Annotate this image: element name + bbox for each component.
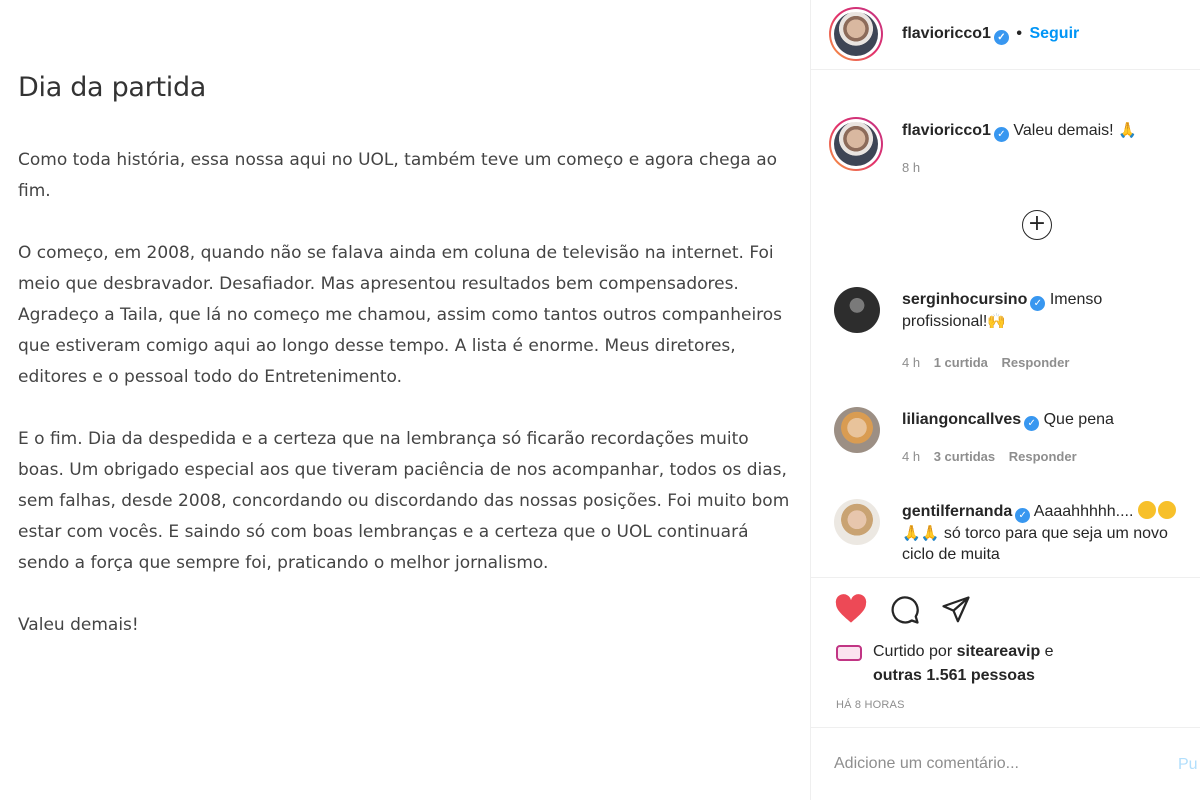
commenter-username[interactable]: liliangoncallves <box>902 411 1021 428</box>
likes-connector: e <box>1044 643 1054 660</box>
publish-button[interactable]: Pu <box>1178 756 1198 774</box>
comment-item: gentilfernanda ✓ Aaaahhhhh.... 🙏🙏 só torc… <box>811 499 1200 577</box>
comment-time: 4 h <box>902 449 921 464</box>
comment-text: gentilfernanda ✓ Aaaahhhhh.... 🙏🙏 só torc… <box>902 501 1192 565</box>
author-username[interactable]: flavioricco1 <box>902 25 991 42</box>
post-body: Como toda história, essa nossa aqui no U… <box>18 145 798 641</box>
post-actions: Curtido por siteareavip e outras 1.561 p… <box>811 577 1200 727</box>
verified-badge-icon: ✓ <box>993 30 1009 45</box>
comment-time: 4 h <box>902 355 921 370</box>
post-age: HÁ 8 HORAS <box>836 699 905 711</box>
separator-dot: • <box>1016 25 1022 42</box>
sad-face-emoji <box>1137 501 1156 519</box>
commenter-avatar[interactable] <box>834 287 880 333</box>
post-title: Dia da partida <box>18 72 207 103</box>
comment-icon[interactable] <box>889 595 921 625</box>
comment-meta: 4 h 1 curtida Responder <box>902 355 1069 370</box>
likes-summary[interactable]: Curtido por siteareavip e outras 1.561 p… <box>873 640 1193 688</box>
post-paragraph: O começo, em 2008, quando não se falava … <box>18 243 783 387</box>
sad-face-emoji <box>1157 501 1176 519</box>
caption-time: 8 h <box>902 160 921 175</box>
caption-username[interactable]: flavioricco1 <box>902 122 991 139</box>
reel-icon <box>836 645 862 661</box>
post-media: Dia da partida Como toda história, essa … <box>0 0 810 800</box>
comment-body: Aaaahhhhh.... <box>1033 503 1134 520</box>
heart-icon[interactable] <box>834 594 868 624</box>
follow-button[interactable]: Seguir <box>1029 25 1079 42</box>
verified-badge-icon: ✓ <box>993 127 1009 142</box>
comment-meta: 4 h 3 curtidas Responder <box>902 449 1077 464</box>
liker-username[interactable]: siteareavip <box>957 643 1041 660</box>
share-icon[interactable] <box>939 595 973 625</box>
comment-text: serginhocursino ✓ Imenso profissional!🙌 <box>902 289 1192 332</box>
comment-box: Pu <box>811 727 1200 800</box>
reply-button[interactable]: Responder <box>1002 355 1070 370</box>
header-user-line: flavioricco1 ✓ • Seguir <box>902 25 1079 45</box>
caption-body: Valeu demais! <box>1013 122 1114 139</box>
verified-badge-icon: ✓ <box>1030 296 1046 311</box>
comment-likes[interactable]: 1 curtida <box>934 355 988 370</box>
comment-input[interactable] <box>834 755 1154 773</box>
likes-others[interactable]: outras 1.561 pessoas <box>873 667 1035 684</box>
caption-avatar[interactable] <box>829 117 883 171</box>
post-paragraph: Valeu demais! <box>18 615 139 635</box>
plus-circle-icon[interactable]: + <box>1022 210 1052 240</box>
commenter-username[interactable]: gentilfernanda <box>902 503 1012 520</box>
verified-badge-icon: ✓ <box>1015 508 1031 523</box>
commenter-avatar[interactable] <box>834 499 880 545</box>
caption-text: flavioricco1 ✓ Valeu demais! 🙏 <box>902 120 1192 142</box>
side-panel: flavioricco1 ✓ • Seguir flavioricco1 ✓ Val… <box>810 0 1200 800</box>
raised-hands-emoji: 🙌 <box>987 312 1007 330</box>
pray-emoji: 🙏🙏 <box>902 524 940 542</box>
post-paragraph: Como toda história, essa nossa aqui no U… <box>18 150 778 201</box>
comment-body: Que pena <box>1043 411 1114 428</box>
pray-emoji: 🙏 <box>1118 121 1137 139</box>
commenter-avatar[interactable] <box>834 407 880 453</box>
post-paragraph: E o fim. Dia da despedida e a certeza qu… <box>18 429 790 573</box>
verified-badge-icon: ✓ <box>1024 416 1040 431</box>
comment-body-continued: só torco para que seja um novo ciclo de … <box>902 525 1168 563</box>
comment-likes[interactable]: 3 curtidas <box>934 449 995 464</box>
post-header: flavioricco1 ✓ • Seguir <box>811 0 1200 70</box>
commenter-username[interactable]: serginhocursino <box>902 291 1027 308</box>
author-avatar[interactable] <box>829 7 883 61</box>
likes-prefix: Curtido por <box>873 643 953 660</box>
reply-button[interactable]: Responder <box>1009 449 1077 464</box>
comment-text: liliangoncallves ✓ Que pena <box>902 409 1192 431</box>
